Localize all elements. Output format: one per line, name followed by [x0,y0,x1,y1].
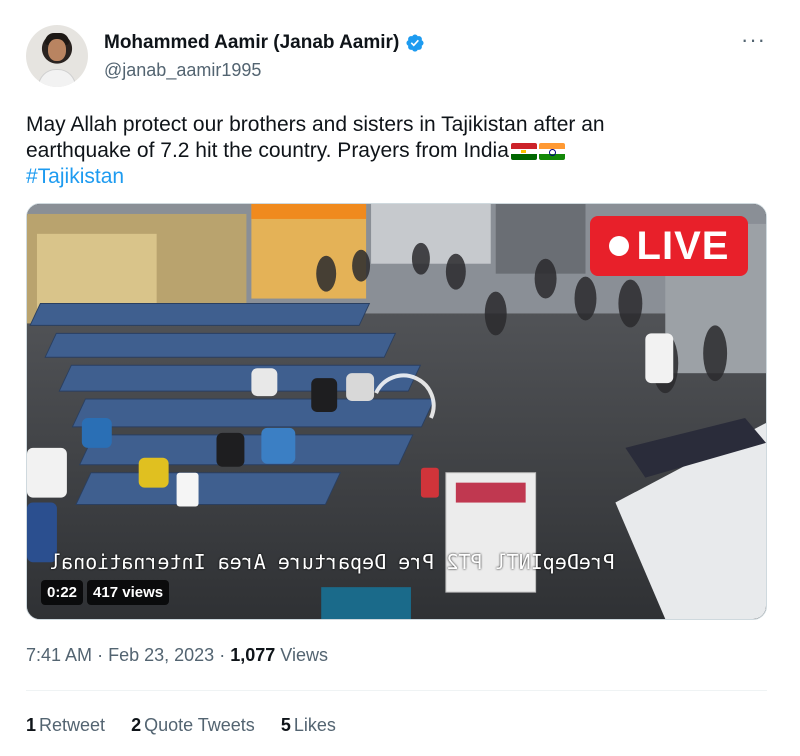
live-label: LIVE [636,223,730,268]
divider [26,690,767,691]
likes-stat[interactable]: 5 Likes [281,715,336,736]
hashtag-link[interactable]: #Tajikistan [26,164,726,190]
timestamp-separator-1: · [97,645,104,665]
author-handle[interactable]: @janab_aamir1995 [104,60,261,81]
flag-india-icon [538,142,565,160]
tweet-views-label: Views [280,645,328,665]
tweet-text-line-2-text: earthquake of 7.2 hit the country. Praye… [26,139,509,162]
verified-badge-icon [406,34,424,52]
tweet-timestamp[interactable]: 7:41 AM · Feb 23, 2023 · 1,077 Views [26,645,328,666]
video-player[interactable]: LIVE PreDepINTl PT2 Pre Departure Area I… [26,203,767,620]
tweet-views-count: 1,077 [230,645,276,665]
video-meta: 0:22 417 views [41,580,170,605]
tweet-card: Mohammed Aamir (Janab Aamir) @janab_aami… [0,0,800,756]
more-options-icon[interactable]: ··· [741,29,766,51]
timestamp-separator-2: · [219,645,226,665]
live-badge: LIVE [590,216,748,276]
tweet-text: May Allah protect our brothers and siste… [26,112,726,190]
video-duration: 0:22 [41,580,84,605]
tweet-date[interactable]: Feb 23, 2023 [108,645,214,665]
engagement-stats: 1 Retweet 2 Quote Tweets 5 Likes [26,715,336,736]
author-name-row: Mohammed Aamir (Janab Aamir) [104,32,425,54]
avatar[interactable] [26,25,88,87]
tweet-text-line-1: May Allah protect our brothers and siste… [26,113,605,136]
video-overlay-text: PreDepINTl PT2 Pre Departure Area Intern… [49,550,615,574]
flag-tajikistan-icon [510,142,537,160]
video-view-count: 417 views [87,580,170,605]
tweet-text-line-2: earthquake of 7.2 hit the country. Praye… [26,138,726,164]
tweet-time[interactable]: 7:41 AM [26,645,92,665]
retweets-stat[interactable]: 1 Retweet [26,715,105,736]
live-dot-icon [608,236,629,256]
quote-tweets-stat[interactable]: 2 Quote Tweets [131,715,255,736]
author-display-name[interactable]: Mohammed Aamir (Janab Aamir) [104,32,399,54]
